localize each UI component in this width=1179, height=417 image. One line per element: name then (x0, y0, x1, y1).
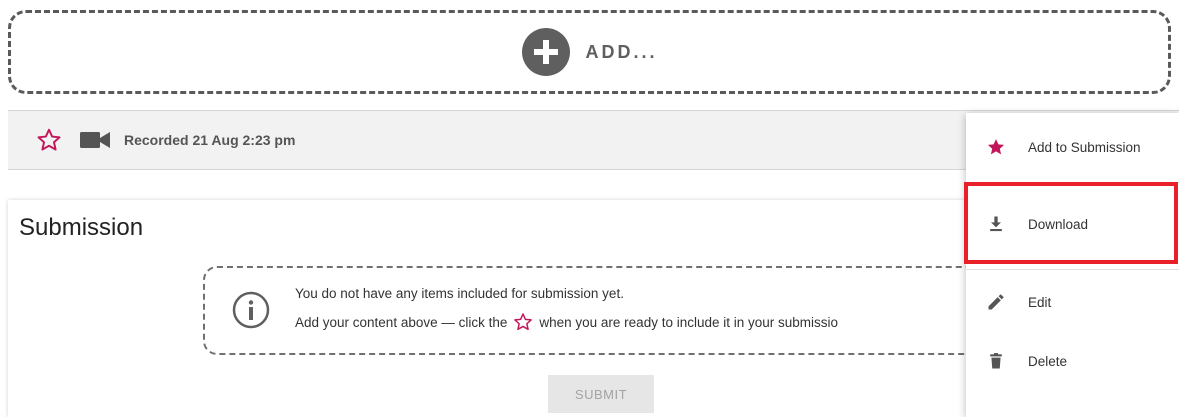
notice-text-line1: You do not have any items included for s… (295, 286, 624, 301)
add-dropzone[interactable]: ADD... (8, 10, 1171, 94)
menu-item-label: Edit (1028, 294, 1052, 310)
download-icon (990, 216, 1002, 232)
menu-item-download[interactable]: Download (966, 196, 1179, 252)
submission-title: Submission (19, 214, 144, 241)
submit-button[interactable]: SUBMIT (548, 375, 654, 413)
menu-divider (966, 182, 1179, 183)
notice-text-before: Add your content above — click the (295, 314, 508, 330)
menu-item-label: Delete (1028, 353, 1068, 369)
menu-item-edit[interactable]: Edit (966, 274, 1179, 330)
notice-text-after: when you are ready to include it in your… (539, 314, 839, 330)
menu-divider (966, 269, 1179, 270)
menu-item-label: Add to Submission (1028, 139, 1141, 155)
pencil-icon (988, 294, 1004, 310)
menu-item-add-to-submission[interactable]: Add to Submission (966, 119, 1179, 175)
info-circle-icon (232, 291, 270, 329)
plus-circle-icon (521, 28, 570, 76)
menu-item-label: Download (1028, 216, 1089, 232)
trash-icon (990, 353, 1002, 369)
star-outline-icon (514, 313, 533, 331)
menu-item-delete[interactable]: Delete (966, 333, 1179, 389)
notice-text-line2: Add your content above — click the when … (295, 312, 955, 332)
recorded-label: Recorded 21 Aug 2:23 pm (124, 132, 296, 148)
empty-submission-notice: You do not have any items included for s… (203, 266, 1013, 355)
context-menu: Add to Submission Download Edit Delete (966, 113, 1179, 417)
add-label: ADD... (585, 41, 658, 62)
star-filled-icon (987, 139, 1005, 155)
video-camera-icon (80, 132, 110, 148)
star-outline-icon[interactable] (36, 127, 62, 153)
